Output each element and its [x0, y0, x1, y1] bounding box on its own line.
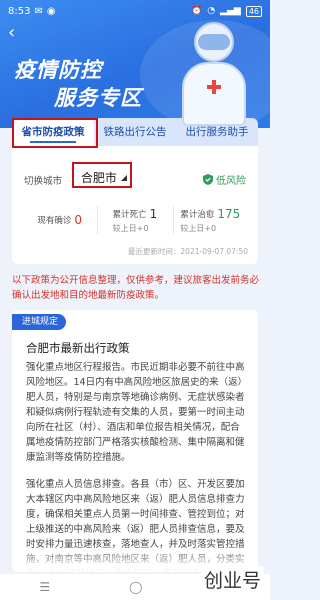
policy-paragraph: 强化重点地区行程报告。市民近期非必要不前往中高风险地区。14日内有中高风险地区旅… — [26, 362, 248, 463]
section-badge: 进城规定 — [12, 314, 67, 330]
tab-province-policy[interactable]: 省市防疫政策 — [12, 118, 94, 146]
dropdown-caret-icon: ◢ — [120, 172, 128, 182]
deaths-label: 累计死亡 — [112, 209, 147, 220]
deaths-value: 1 — [149, 206, 158, 221]
policy-body: 强化重点地区行程报告。市民近期非必要不前往中高风险地区。14日内有中高风险地区旅… — [26, 360, 248, 572]
medical-worker-illustration — [176, 22, 250, 126]
city-info-card: 切换城市 合肥市 ◢ 低风险 现有确诊 0 累计死亡 1 较上日+0 累计治愈 … — [12, 146, 258, 264]
status-time: 8:53 — [8, 5, 31, 17]
stats-row: 现有确诊 0 累计死亡 1 较上日+0 累计治愈 175 较上日+0 — [22, 204, 248, 236]
home-nav-icon[interactable]: ◯ — [129, 580, 142, 594]
status-bar: 8:53 ✉ ◉ ⏰ ◔ ▂▄▆ 46 — [0, 0, 270, 22]
stat-deaths: 累计死亡 1 较上日+0 — [97, 204, 172, 236]
menu-nav-icon[interactable]: ☰ — [39, 580, 50, 594]
city-value: 合肥市 — [80, 170, 117, 185]
risk-level-text: 低风险 — [216, 176, 246, 187]
back-button[interactable]: ‹ — [8, 24, 26, 42]
stat-cured: 累计治愈 175 较上日+0 — [172, 204, 248, 236]
tab-railway-notice[interactable]: 铁路出行公告 — [94, 118, 176, 146]
deaths-change: 较上日+0 — [112, 223, 149, 233]
policy-title: 合肥市最新出行政策 — [26, 341, 130, 355]
disclaimer-notice: 以下政策为公开信息整理，仅供参考，建议旅客出发前务必确认出发地和目的地最新防疫政… — [12, 275, 260, 301]
notification-icon: ✉ — [34, 5, 43, 17]
confirmed-value: 0 — [74, 213, 82, 227]
cured-change: 较上日+0 — [180, 223, 217, 233]
app-icon: ◉ — [46, 5, 56, 17]
update-time: 最近更新时间：2021-09-07 07:50 — [127, 247, 248, 256]
shield-check-icon — [203, 174, 213, 185]
cured-value: 175 — [217, 206, 241, 221]
city-select[interactable]: 合肥市 ◢ — [76, 166, 132, 188]
policy-card: 进城规定 合肥市最新出行政策 强化重点地区行程报告。市民近期非必要不前往中高风险… — [12, 310, 258, 572]
alarm-icon: ⏰ — [190, 6, 203, 16]
stat-confirmed: 现有确诊 0 — [22, 204, 97, 236]
hero-title-line2: 服务专区 — [54, 86, 142, 110]
watermark-text: 创业号 — [200, 566, 264, 593]
confirmed-label: 现有确诊 — [37, 216, 72, 226]
signal-icon: ▂▄▆ — [220, 6, 241, 16]
city-switch-label: 切换城市 — [24, 176, 63, 187]
wifi-icon: ◔ — [207, 6, 216, 16]
risk-level-badge: 低风险 — [203, 172, 246, 187]
hero-title-line1: 疫情防控 — [14, 58, 102, 82]
cured-label: 累计治愈 — [180, 209, 215, 220]
battery-icon: 46 — [245, 5, 262, 17]
